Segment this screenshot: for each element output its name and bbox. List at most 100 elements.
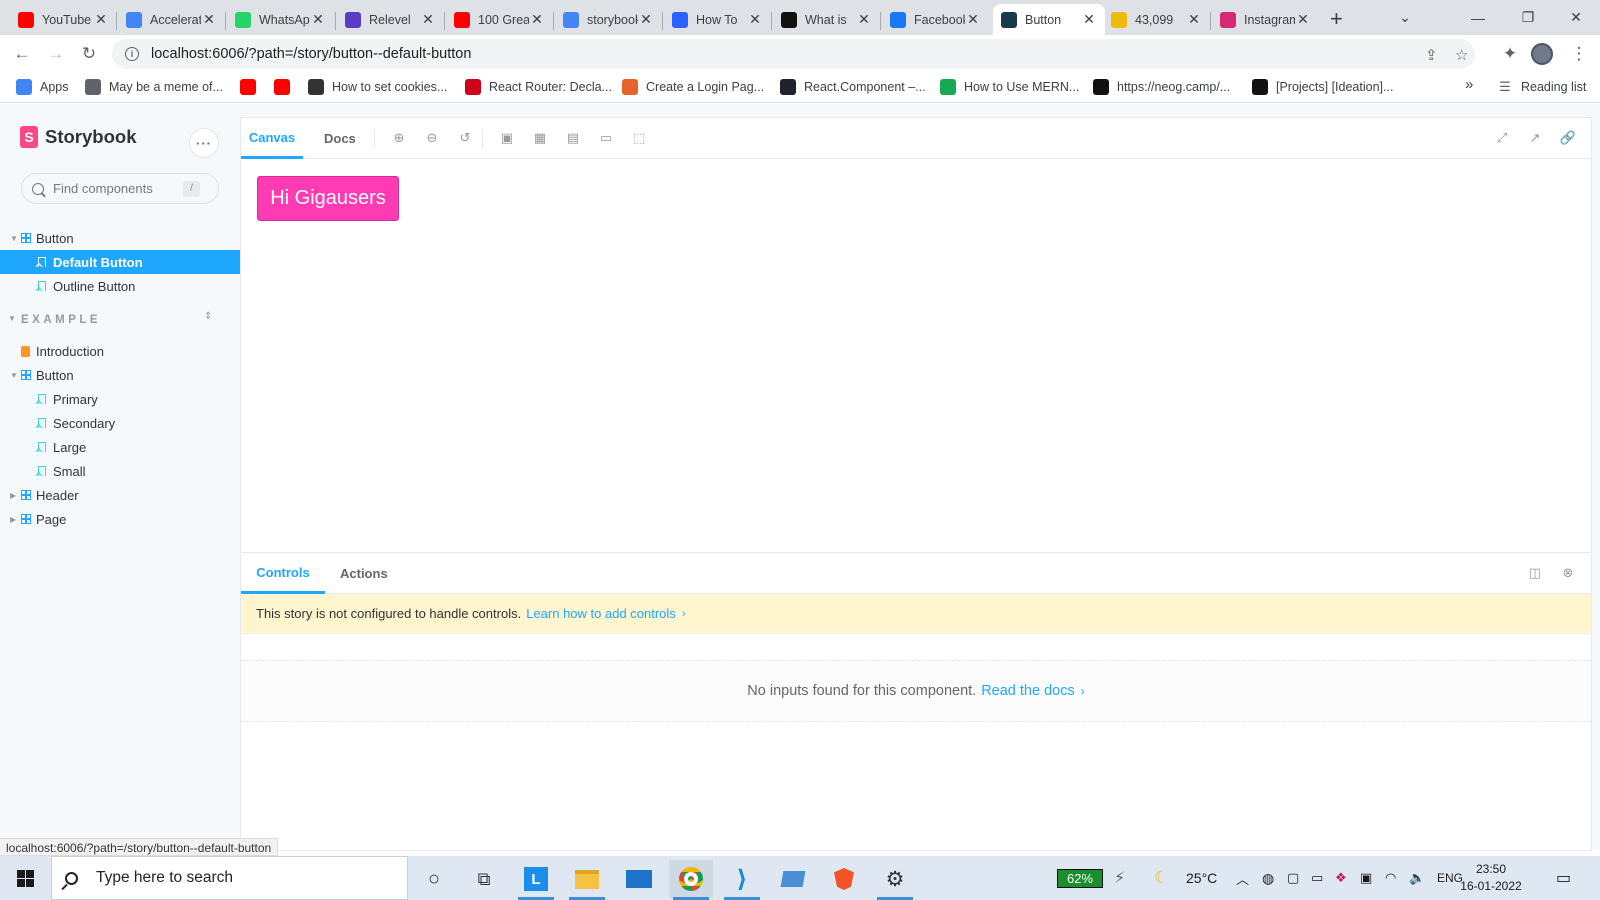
tab-actions[interactable]: Actions [340, 553, 388, 594]
close-tab-icon[interactable]: ✕ [310, 11, 326, 28]
grid-icon[interactable]: ▦ [533, 130, 547, 145]
close-tab-icon[interactable]: ✕ [1295, 11, 1311, 28]
close-tab-icon[interactable]: ✕ [965, 11, 981, 28]
bookmark-item[interactable]: React Router: Decla... [465, 79, 612, 95]
tree-component-header[interactable]: ▶ Header [0, 483, 240, 507]
cortana-icon[interactable]: ○ [412, 860, 456, 898]
more-bookmarks-button[interactable]: » [1465, 76, 1473, 93]
mail-icon[interactable] [617, 860, 661, 898]
tab-canvas[interactable]: Canvas [241, 118, 303, 159]
address-url[interactable]: localhost:6006/?path=/story/button--defa… [151, 46, 471, 62]
back-icon[interactable]: ← [10, 42, 34, 66]
learn-controls-link[interactable]: Learn how to add controls [526, 606, 676, 621]
background-icon[interactable]: ▣ [500, 130, 514, 145]
bookmark-item[interactable]: How to set cookies... [308, 79, 447, 95]
new-tab-button[interactable]: + [1330, 6, 1343, 32]
browser-tab[interactable]: Instagram ✕ [1212, 4, 1319, 35]
search-input[interactable] [53, 181, 183, 196]
tree-doc-introduction[interactable]: Introduction [0, 339, 240, 363]
measure-icon[interactable]: ▭ [599, 130, 613, 145]
bookmark-item[interactable] [274, 79, 298, 95]
bookmark-item[interactable]: Create a Login Pag... [622, 79, 764, 95]
tree-story-large[interactable]: Large [0, 435, 240, 459]
minimize-button[interactable]: — [1455, 0, 1501, 35]
browser-tab[interactable]: Facebook ✕ [882, 4, 989, 35]
bookmark-item[interactable] [240, 79, 264, 95]
viewport-icon[interactable]: ▤ [566, 130, 580, 145]
zoom-out-icon[interactable]: ⊖ [425, 130, 439, 145]
close-panel-icon[interactable]: ⊗ [1561, 565, 1575, 580]
temperature-label[interactable]: 25°C [1186, 856, 1217, 900]
outline-icon[interactable]: ⬚ [632, 130, 646, 145]
open-new-tab-icon[interactable]: ↗ [1528, 130, 1542, 145]
fullscreen-icon[interactable]: ⤢ [1495, 130, 1509, 145]
tree-story-default-button[interactable]: Default Button [0, 250, 240, 274]
vscode-icon[interactable]: ⟩ [720, 860, 764, 900]
task-view-icon[interactable]: ⧉ [462, 860, 506, 898]
story-button-hi-gigausers[interactable]: Hi Gigausers [257, 176, 399, 221]
copy-link-icon[interactable]: 🔗 [1560, 130, 1576, 145]
chrome-menu-icon[interactable]: ⋮ [1567, 42, 1591, 66]
sidebar-menu-button[interactable]: ··· [190, 129, 218, 157]
tray-display-icon[interactable]: ▣ [1360, 856, 1372, 900]
wifi-icon[interactable]: ◠ [1385, 856, 1396, 900]
tree-story-small[interactable]: Small [0, 459, 240, 483]
close-tab-icon[interactable]: ✕ [747, 11, 763, 28]
close-tab-icon[interactable]: ✕ [856, 11, 872, 28]
tab-controls[interactable]: Controls [241, 553, 325, 594]
desktop-app-icon[interactable] [771, 860, 815, 898]
component-search[interactable]: / [21, 173, 219, 204]
expand-collapse-icon[interactable]: ⇕ [204, 311, 212, 322]
taskbar-search[interactable]: Type here to search [51, 856, 408, 900]
browser-tab[interactable]: storybook ✕ [555, 4, 662, 35]
reading-list-button[interactable]: ☰ Reading list [1497, 79, 1586, 95]
browser-tab[interactable]: Button ✕ [993, 4, 1105, 35]
panel-orientation-icon[interactable]: ◫ [1528, 565, 1542, 580]
address-bar[interactable]: i localhost:6006/?path=/story/button--de… [112, 39, 1475, 69]
notifications-icon[interactable]: ▭ [1556, 856, 1571, 900]
browser-tab[interactable]: 100 Great ✕ [446, 4, 553, 35]
tree-component-page[interactable]: ▶ Page [0, 507, 240, 531]
browser-tab[interactable]: How To ✕ [664, 4, 771, 35]
browser-tab[interactable]: YouTube ✕ [10, 4, 117, 35]
tray-app-icon[interactable]: ◍ [1262, 856, 1274, 900]
close-tab-icon[interactable]: ✕ [1186, 11, 1202, 28]
zoom-in-icon[interactable]: ⊕ [392, 130, 406, 145]
browser-tab[interactable]: Relevel ✕ [337, 4, 444, 35]
close-window-button[interactable]: ✕ [1553, 0, 1599, 35]
close-tab-icon[interactable]: ✕ [201, 11, 217, 28]
browser-tab[interactable]: What is ✕ [773, 4, 880, 35]
tab-docs[interactable]: Docs [324, 118, 356, 159]
restore-button[interactable]: ❐ [1505, 0, 1551, 35]
share-icon[interactable]: ⇪ [1425, 46, 1438, 64]
taskbar-clock[interactable]: 23:50 16-01-2022 [1448, 861, 1534, 895]
tray-device-icon[interactable]: ▢ [1287, 856, 1299, 900]
site-info-icon[interactable]: i [125, 47, 139, 61]
battery-indicator[interactable]: 62% [1057, 869, 1103, 888]
tree-component-example-button[interactable]: ▼ Button [0, 363, 240, 387]
tab-search-icon[interactable]: ⌄ [1382, 0, 1428, 35]
extensions-icon[interactable]: ✦ [1498, 42, 1522, 66]
bookmark-item[interactable]: React.Component –... [780, 79, 926, 95]
weather-moon-icon[interactable]: ☾ [1154, 856, 1169, 900]
storybook-brand[interactable]: S Storybook [20, 126, 136, 148]
reload-icon[interactable]: ↻ [77, 42, 101, 66]
tree-component-button[interactable]: ▼ Button [0, 226, 240, 250]
browser-tab[interactable]: Accelerate✕ [118, 4, 225, 35]
chrome-icon[interactable] [669, 860, 713, 900]
bookmark-item[interactable]: [Projects] [Ideation]... [1252, 79, 1393, 95]
bookmark-item[interactable]: https://neog.camp/... [1093, 79, 1230, 95]
brave-icon[interactable] [822, 860, 866, 898]
tree-story-outline-button[interactable]: Outline Button [0, 274, 240, 298]
browser-tab[interactable]: WhatsApp✕ [227, 4, 334, 35]
zoom-reset-icon[interactable]: ↺ [458, 130, 472, 145]
volume-icon[interactable]: 🔈 [1409, 856, 1425, 900]
bookmark-item[interactable]: Apps [16, 79, 69, 95]
tray-dropbox-icon[interactable]: ❖ [1335, 856, 1347, 900]
caret-down-icon[interactable]: ▼ [6, 311, 20, 325]
file-explorer-icon[interactable] [565, 860, 609, 900]
group-header-example[interactable]: EXAMPLE [21, 314, 101, 326]
tree-story-secondary[interactable]: Secondary [0, 411, 240, 435]
close-tab-icon[interactable]: ✕ [93, 11, 109, 28]
settings-gear-icon[interactable]: ⚙ [873, 860, 917, 900]
